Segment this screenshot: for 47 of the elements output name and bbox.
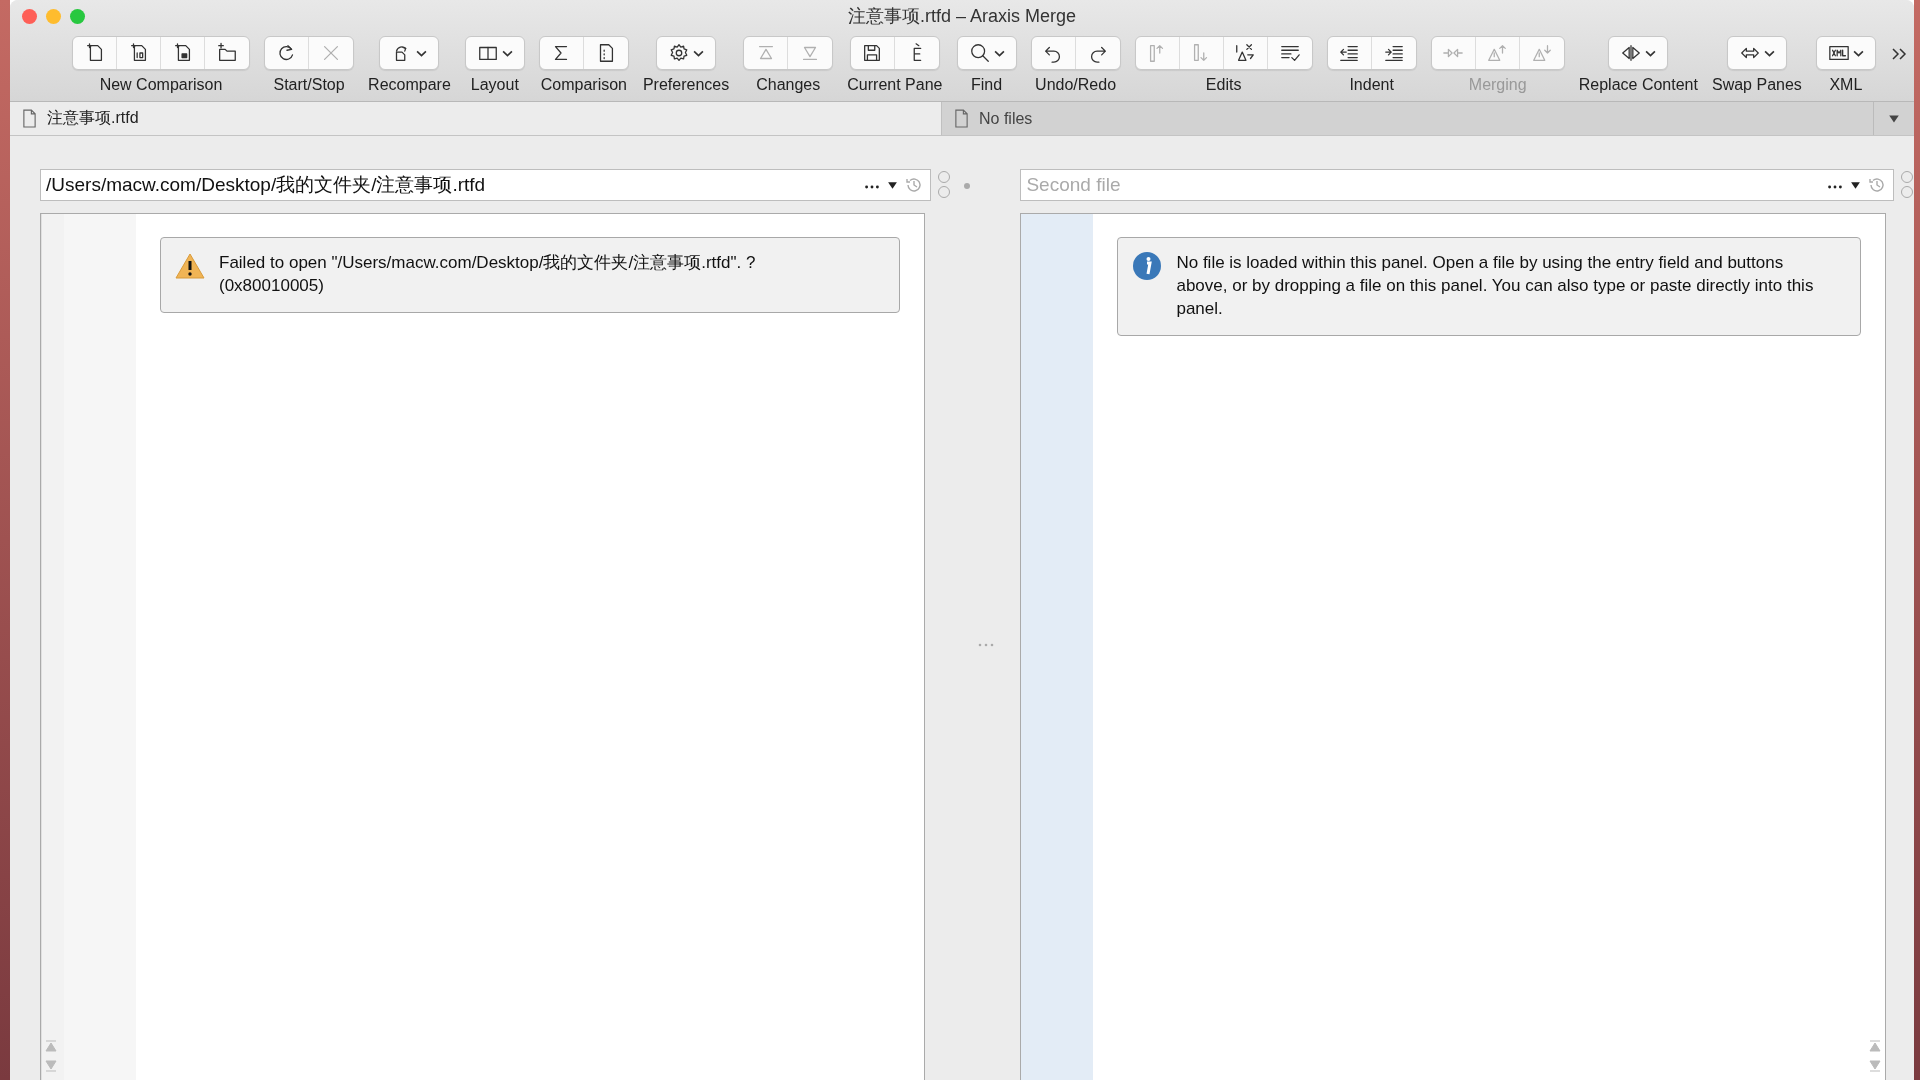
scroll-bottom-icon: [1869, 1060, 1881, 1072]
file-path-field[interactable]: Second file: [1020, 169, 1894, 201]
toolbar-label: Merging: [1468, 76, 1527, 94]
toolbar-label: New Comparison: [99, 76, 223, 94]
more-icon[interactable]: [863, 184, 882, 190]
warning-icon: [175, 251, 205, 281]
toolbar-label: Find: [970, 76, 1003, 94]
scroll-top-icon: [1869, 1040, 1881, 1052]
scroll-top-icon: [45, 1040, 57, 1052]
toolbar-label: Indent: [1349, 76, 1394, 94]
scroll-bottom-icon: [45, 1060, 57, 1072]
tab-menu-button[interactable]: [1873, 102, 1914, 135]
toolbar-label: Comparison: [540, 76, 627, 94]
toolbar-label: Start/Stop: [273, 76, 345, 94]
file-path-input[interactable]: Second file: [1026, 174, 1820, 196]
file-path-input[interactable]: /Users/macw.com/Desktop/我的文件夹/注意事项.rtfd: [46, 174, 858, 196]
toolbar-label: Current Pane: [847, 76, 943, 94]
toolbar-label: Changes: [756, 76, 821, 94]
warning-cross-icon: [1234, 42, 1257, 64]
toolbar-label: Replace Content: [1578, 76, 1698, 94]
window-title: 注意事项.rtfd – Araxis Merge: [847, 5, 1077, 28]
toolbar-label: Preferences: [642, 76, 730, 94]
warning-up-icon: [1486, 42, 1509, 64]
dropdown-arrow-icon[interactable]: [1850, 179, 1861, 191]
file-tab[interactable]: No files: [941, 102, 1873, 135]
file-path-field[interactable]: /Users/macw.com/Desktop/我的文件夹/注意事项.rtfd: [40, 169, 932, 201]
toolbar-label: Swap Panes: [1712, 76, 1802, 94]
new-folder-icon: [216, 42, 238, 64]
circles-icon: [937, 170, 952, 200]
dropdown-arrow-icon: [1888, 112, 1900, 125]
left-right-triangles-icon: [1620, 42, 1643, 64]
document-icon: [954, 109, 969, 128]
message-text: No file is loaded within this panel. Open a file by using the entry field and buttons above, or by dropping a file on this panel. You can also type or paste directly into this panel.: [1176, 252, 1815, 320]
info-icon: [1132, 251, 1163, 281]
search-icon: [968, 42, 991, 64]
toolbar-label: Edits: [1205, 76, 1242, 94]
document-icon: [22, 109, 37, 128]
toolbar-label: Undo/Redo: [1035, 76, 1117, 94]
message-text: Failed to open "/Users/macw.com/Desktop/我的文件夹/注意事项.rtfd". ? (0x80010005): [219, 252, 756, 297]
circles-icon: [1900, 170, 1914, 200]
dot-icon: [964, 183, 971, 189]
toolbar-label: Layout: [470, 76, 519, 94]
toolbar-label: XML: [1829, 76, 1863, 94]
toolbar-label: Recompare: [368, 76, 451, 94]
more-icon[interactable]: [1826, 184, 1844, 190]
dropdown-arrow-icon[interactable]: [887, 179, 899, 191]
warning-down-icon: [1530, 42, 1553, 64]
